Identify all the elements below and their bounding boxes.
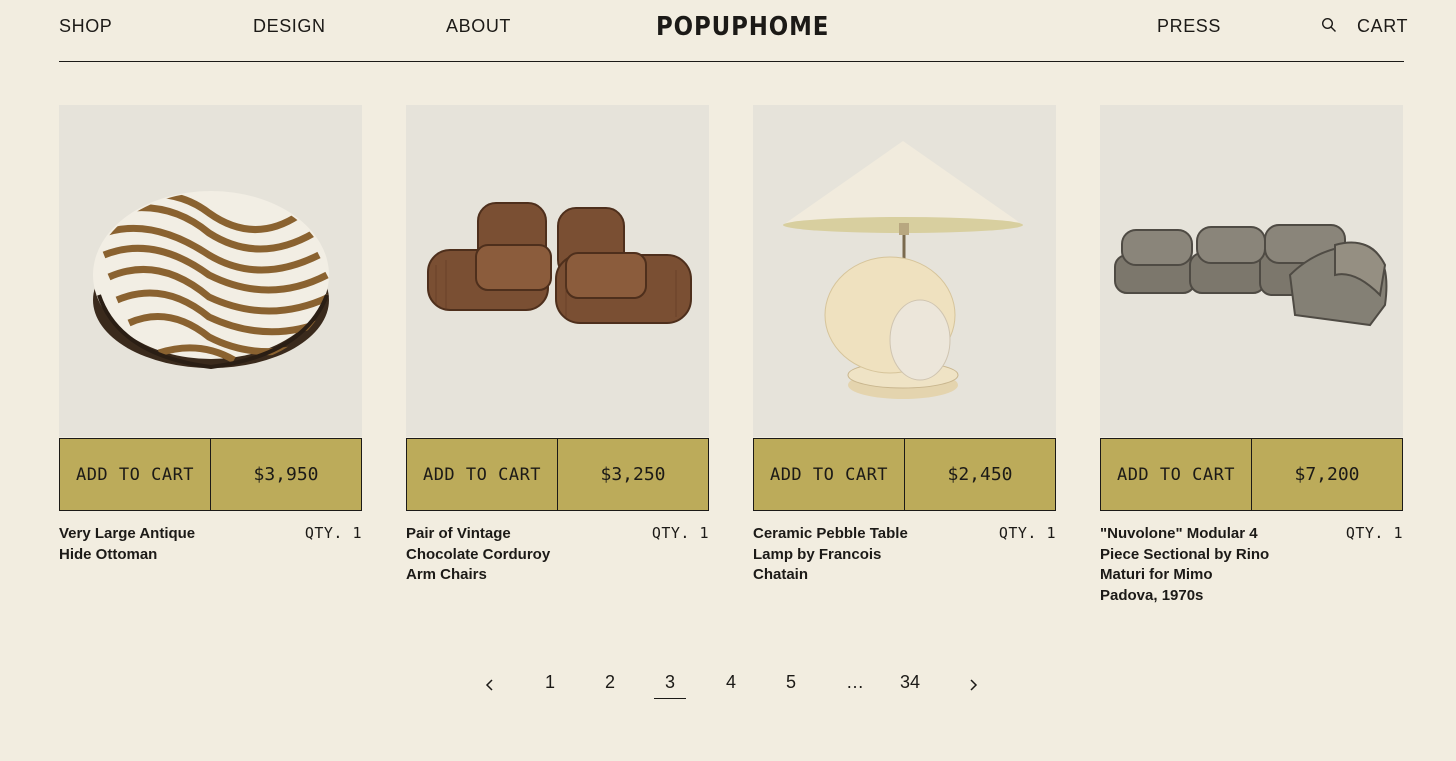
page-link-5[interactable]: 5 <box>786 672 796 693</box>
page-link-34[interactable]: 34 <box>900 672 920 693</box>
product-image-hide-ottoman[interactable] <box>59 105 362 437</box>
product-image-pebble-lamp[interactable] <box>753 105 1056 437</box>
product-title[interactable]: Very Large Antique Hide Ottoman <box>59 524 229 565</box>
add-to-cart-button[interactable]: ADD TO CART <box>60 439 211 510</box>
product-qty: QTY. 1 <box>651 524 709 542</box>
search-icon[interactable] <box>1321 17 1337 33</box>
buy-bar: ADD TO CART $7,200 <box>1100 438 1403 511</box>
product-image-corduroy-chairs[interactable] <box>406 105 709 437</box>
page-link-4[interactable]: 4 <box>726 672 736 693</box>
page-link-1[interactable]: 1 <box>545 672 555 693</box>
product-card: ADD TO CART $3,250 Pair of Vintage Choco… <box>406 105 709 586</box>
nav-about[interactable]: ABOUT <box>446 16 511 37</box>
product-card: ADD TO CART $3,950 Very Large Antique Hi… <box>59 105 362 565</box>
product-card: ADD TO CART $2,450 Ceramic Pebble Table … <box>753 105 1056 586</box>
page-link-2[interactable]: 2 <box>605 672 615 693</box>
product-price: $3,950 <box>253 464 319 485</box>
nav-shop[interactable]: SHOP <box>59 16 112 37</box>
chevron-right-icon[interactable] <box>967 678 979 691</box>
buy-bar: ADD TO CART $3,950 <box>59 438 362 511</box>
product-title[interactable]: "Nuvolone" Modular 4 Piece Sectional by … <box>1100 524 1270 606</box>
pagination: 1 2 3 4 5 … 34 <box>0 672 1456 702</box>
add-to-cart-button[interactable]: ADD TO CART <box>407 439 558 510</box>
add-to-cart-button[interactable]: ADD TO CART <box>754 439 905 510</box>
buy-bar: ADD TO CART $2,450 <box>753 438 1056 511</box>
product-title[interactable]: Pair of Vintage Chocolate Corduroy Arm C… <box>406 524 576 586</box>
product-qty: QTY. 1 <box>304 524 362 542</box>
page-link-3-current[interactable]: 3 <box>653 672 687 699</box>
page-ellipsis: … <box>846 672 864 692</box>
product-qty: QTY. 1 <box>998 524 1056 542</box>
nav-design[interactable]: DESIGN <box>253 16 326 37</box>
add-to-cart-button[interactable]: ADD TO CART <box>1101 439 1252 510</box>
product-price: $3,250 <box>600 464 666 485</box>
product-price: $7,200 <box>1294 464 1360 485</box>
product-qty: QTY. 1 <box>1345 524 1403 542</box>
brand-logo[interactable]: POPUPHOME <box>656 12 829 42</box>
product-price: $2,450 <box>947 464 1013 485</box>
product-card: ADD TO CART $7,200 "Nuvolone" Modular 4 … <box>1100 105 1403 606</box>
chevron-left-icon[interactable] <box>484 678 496 691</box>
buy-bar: ADD TO CART $3,250 <box>406 438 709 511</box>
product-title[interactable]: Ceramic Pebble Table Lamp by Francois Ch… <box>753 524 923 586</box>
product-image-nuvolone-sectional[interactable] <box>1100 105 1403 437</box>
nav-cart[interactable]: CART <box>1357 16 1408 37</box>
nav-press[interactable]: PRESS <box>1157 16 1221 37</box>
site-header: SHOP DESIGN ABOUT POPUPHOME PRESS CART <box>59 0 1407 62</box>
